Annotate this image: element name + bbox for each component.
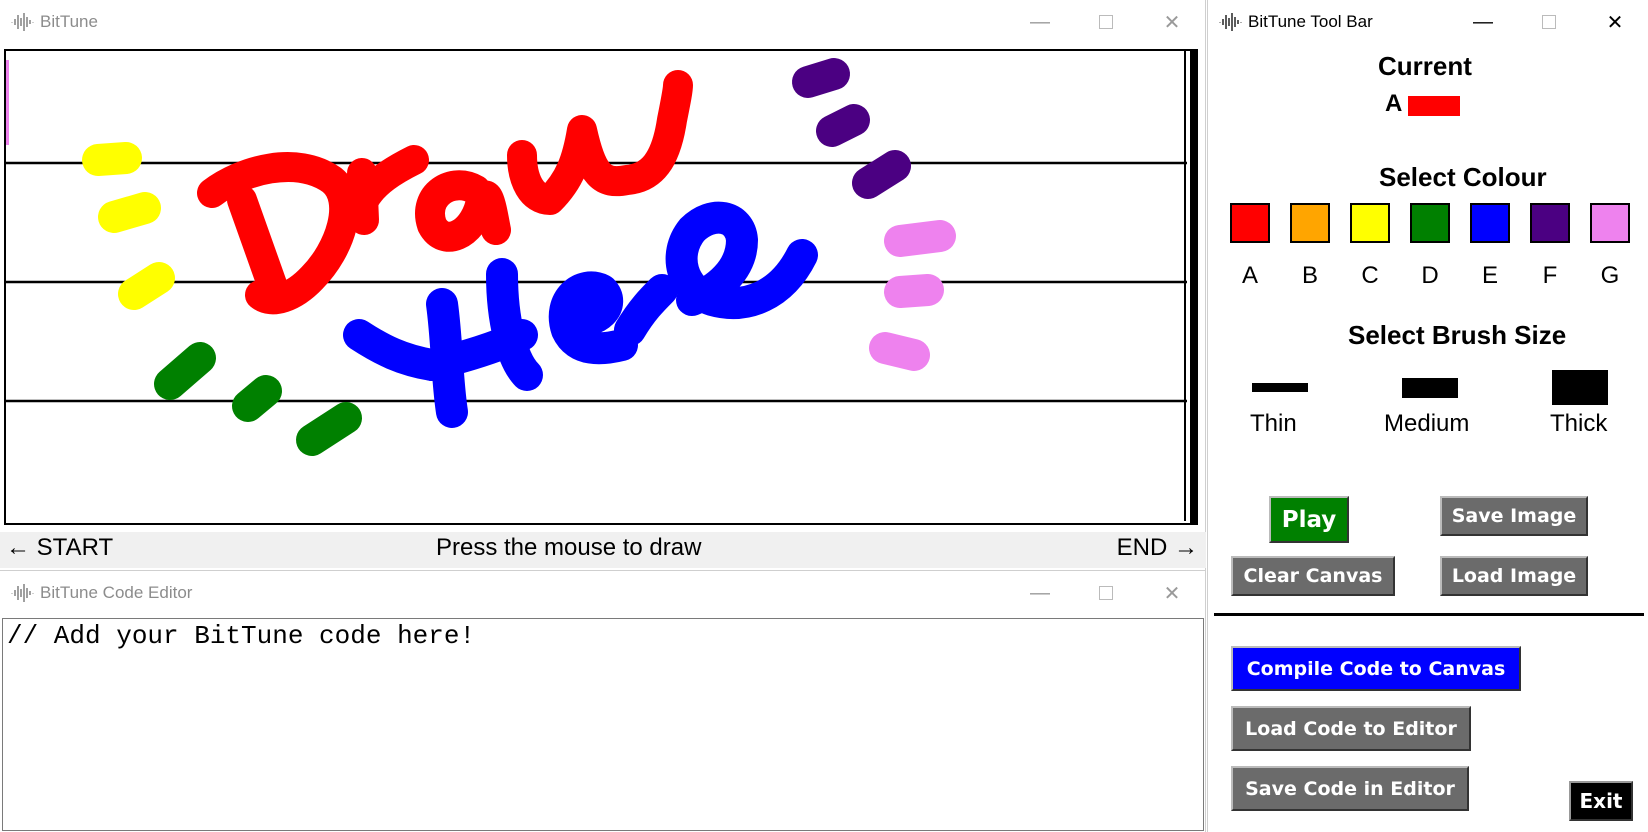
brush-medium-label: Medium (1384, 410, 1470, 437)
play-button[interactable]: Play (1269, 496, 1349, 543)
window-title: BitTune Tool Bar (1248, 12, 1373, 31)
colour-swatch-g[interactable] (1590, 203, 1630, 243)
brush-thick-option[interactable] (1552, 370, 1608, 405)
maximize-icon[interactable] (1073, 571, 1139, 615)
current-note-label: A (1385, 90, 1403, 117)
minimize-icon[interactable]: — (1450, 0, 1516, 44)
colour-swatch-b[interactable] (1290, 203, 1330, 243)
window-title: BitTune (40, 12, 98, 31)
exit-button[interactable]: Exit (1569, 781, 1633, 821)
colour-label-e: E (1481, 262, 1498, 289)
colour-swatch-a[interactable] (1230, 203, 1270, 243)
code-editor-textarea[interactable]: // Add your BitTune code here! (2, 618, 1204, 831)
waveform-icon (11, 584, 34, 602)
colour-swatch-c[interactable] (1350, 203, 1390, 243)
toolbar-titlebar[interactable]: BitTune Tool Bar — ✕ (1208, 0, 1648, 44)
colour-label-c: C (1361, 262, 1379, 289)
code-editor-titlebar[interactable]: BitTune Code Editor — ✕ (0, 571, 1205, 615)
draw-window: BitTune — ✕ ← START Press the mouse to d… (0, 0, 1206, 570)
draw-window-titlebar[interactable]: BitTune — ✕ (0, 0, 1205, 44)
toolbar-divider (1214, 613, 1644, 616)
end-label: END → (1116, 534, 1198, 561)
load-image-button[interactable]: Load Image (1440, 556, 1588, 596)
playhead-start-marker (6, 60, 9, 145)
load-code-button[interactable]: Load Code to Editor (1231, 706, 1471, 751)
colour-swatch-f[interactable] (1530, 203, 1570, 243)
save-code-button[interactable]: Save Code in Editor (1231, 766, 1469, 811)
minimize-icon[interactable]: — (1007, 571, 1073, 615)
here-text-strokes (343, 201, 818, 428)
minimize-icon[interactable]: — (1007, 0, 1073, 44)
toolbar-window: BitTune Tool Bar — ✕ Current A Select Co… (1207, 0, 1648, 832)
save-image-button[interactable]: Save Image (1440, 496, 1588, 536)
maximize-icon[interactable] (1516, 0, 1582, 44)
code-editor-window: BitTune Code Editor — ✕ // Add your BitT… (0, 570, 1206, 832)
canvas-drawing (6, 51, 1196, 523)
select-brush-heading: Select Brush Size (1348, 320, 1567, 350)
brush-thin-label: Thin (1250, 410, 1297, 437)
close-icon[interactable]: ✕ (1582, 0, 1648, 44)
brush-medium-option[interactable] (1402, 378, 1458, 398)
select-colour-heading: Select Colour (1379, 162, 1547, 192)
drawing-canvas[interactable] (4, 49, 1198, 525)
playhead-end-bar (1190, 51, 1196, 523)
window-title: BitTune Code Editor (40, 583, 193, 602)
purple-strokes (792, 58, 911, 199)
current-colour-swatch (1408, 96, 1460, 116)
colour-label-f: F (1542, 262, 1558, 289)
waveform-icon (11, 13, 34, 31)
brush-thick-label: Thick (1550, 410, 1608, 437)
green-strokes (154, 342, 362, 456)
colour-label-a: A (1241, 262, 1258, 289)
clear-canvas-button[interactable]: Clear Canvas (1231, 556, 1395, 596)
start-label: ← START (6, 534, 114, 561)
colour-swatch-e[interactable] (1470, 203, 1510, 243)
status-bar: ← START Press the mouse to draw END → (0, 532, 1206, 568)
colour-swatch-d[interactable] (1410, 203, 1450, 243)
status-message: Press the mouse to draw (436, 534, 702, 561)
maximize-icon[interactable] (1073, 0, 1139, 44)
colour-label-g: G (1600, 262, 1620, 289)
close-icon[interactable]: ✕ (1139, 0, 1205, 44)
violet-strokes (869, 220, 956, 371)
brush-thin-option[interactable] (1252, 383, 1308, 392)
waveform-icon (1219, 13, 1242, 31)
colour-label-b: B (1301, 262, 1318, 289)
colour-label-d: D (1421, 262, 1439, 289)
current-heading: Current (1378, 51, 1472, 81)
compile-code-button[interactable]: Compile Code to Canvas (1231, 646, 1521, 691)
yellow-strokes (82, 142, 175, 310)
draw-text-strokes (197, 70, 693, 315)
close-icon[interactable]: ✕ (1139, 571, 1205, 615)
